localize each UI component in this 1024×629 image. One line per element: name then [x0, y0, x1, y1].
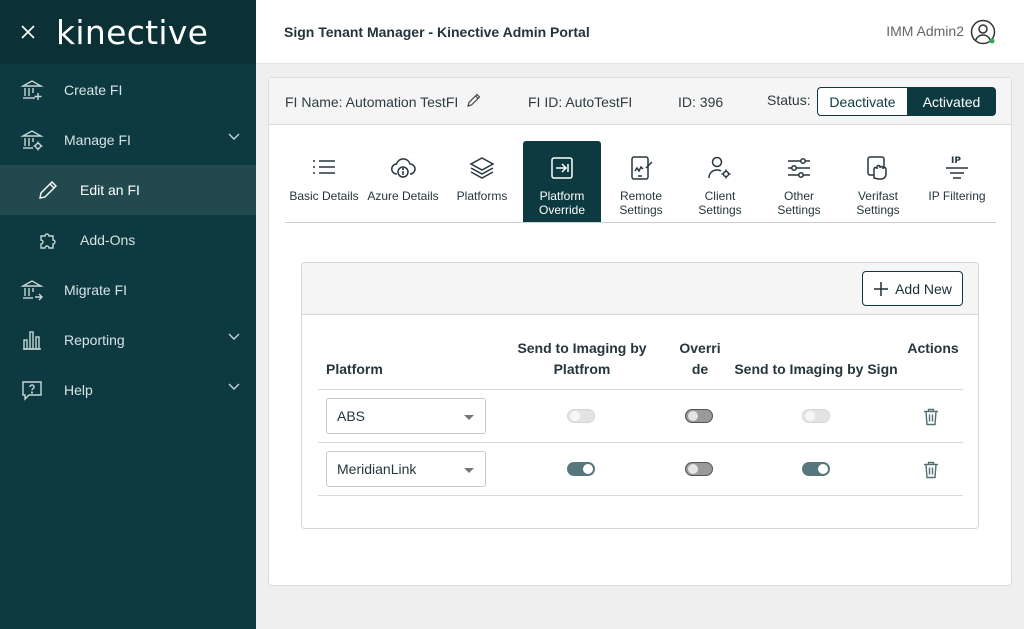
user-name[interactable]: IMM Admin2: [886, 23, 964, 39]
send-by-sign-toggle[interactable]: [802, 462, 830, 476]
tab-basic-details[interactable]: Basic Details: [285, 141, 363, 222]
fi-info-bar: FI Name: Automation TestFI FI ID: AutoTe…: [269, 78, 1011, 125]
col-header-override: Override: [679, 340, 721, 377]
sidebar-item-edit-fi[interactable]: Edit an FI: [0, 165, 256, 215]
tab-platforms[interactable]: Platforms: [443, 141, 521, 222]
brand-bar: kinective: [0, 0, 256, 64]
fi-card: FI Name: Automation TestFI FI ID: AutoTe…: [268, 77, 1012, 586]
sidebar-item-label: Manage FI: [64, 132, 131, 148]
sidebar: kinective Create FI Manage FI Edit an FI…: [0, 0, 256, 629]
divider: [318, 389, 963, 390]
send-by-sign-toggle: [802, 409, 830, 423]
col-header-platform: Platform: [326, 361, 383, 377]
tab-verifast-settings[interactable]: Verifast Settings: [839, 141, 917, 222]
tab-label: Client Settings: [698, 189, 742, 217]
top-header: Sign Tenant Manager - Kinective Admin Po…: [256, 0, 1024, 64]
deactivate-button[interactable]: Deactivate: [817, 87, 907, 116]
sidebar-item-migrate-fi[interactable]: Migrate FI: [0, 265, 256, 315]
sidebar-item-label: Migrate FI: [64, 282, 128, 298]
tab-label: Verifast Settings: [856, 189, 900, 217]
col-header-actions: Actions: [907, 340, 959, 356]
divider: [318, 495, 963, 496]
help-bubble-icon: [0, 378, 64, 402]
sidebar-item-label: Reporting: [64, 332, 125, 348]
tab-label: Basic Details: [289, 189, 359, 203]
tab-label: Other Settings: [777, 189, 821, 217]
override-panel: Add New Platform Send to Imaging by Plat…: [301, 262, 979, 529]
plus-icon: [874, 281, 889, 296]
platform-value: ABS: [337, 408, 366, 424]
tab-label: Remote Settings: [619, 189, 663, 217]
fi-id: FI ID: AutoTestFI: [528, 94, 633, 110]
sidebar-item-add-ons[interactable]: Add-Ons: [0, 215, 256, 265]
hand-touch-icon: [864, 141, 892, 189]
svg-text:IP: IP: [951, 156, 961, 166]
override-toggle[interactable]: [685, 409, 713, 423]
close-icon[interactable]: [0, 24, 56, 40]
cloud-info-icon: [389, 141, 417, 189]
tab-label: Platform Override: [538, 189, 585, 217]
list-icon: [310, 141, 338, 189]
page-title: Sign Tenant Manager - Kinective Admin Po…: [284, 24, 590, 40]
status-toggle: Deactivate Activated: [817, 87, 996, 116]
user-gear-icon: [706, 141, 734, 189]
tab-label: Azure Details: [367, 189, 439, 203]
sidebar-item-label: Create FI: [64, 82, 123, 98]
override-arrow-icon: [548, 141, 576, 189]
sidebar-item-label: Add-Ons: [80, 232, 136, 248]
col-header-send-by-platform: Send to Imaging by Platfrom: [517, 340, 647, 377]
sidebar-item-label: Edit an FI: [80, 182, 140, 198]
bank-arrow-icon: [0, 278, 64, 302]
bank-gear-icon: [0, 128, 64, 152]
platform-value: MeridianLink: [337, 461, 417, 477]
sidebar-item-help[interactable]: Help: [0, 365, 256, 415]
settings-tabs: Basic Details Azure Details Platforms Pl…: [285, 141, 996, 223]
tab-label: Platforms: [456, 189, 508, 203]
tab-other-settings[interactable]: Other Settings: [760, 141, 838, 222]
tab-client-settings[interactable]: Client Settings: [681, 141, 759, 222]
fi-number-id: ID: 396: [678, 94, 724, 110]
tab-ip-filtering[interactable]: IP IP Filtering: [918, 141, 996, 222]
tab-label: IP Filtering: [928, 189, 986, 203]
trash-icon[interactable]: [923, 408, 939, 426]
sidebar-item-create-fi[interactable]: Create FI: [0, 65, 256, 115]
edit-name-icon[interactable]: [466, 92, 482, 108]
user-avatar-icon[interactable]: [970, 19, 996, 45]
tablet-sign-icon: [627, 141, 655, 189]
tab-azure-details[interactable]: Azure Details: [364, 141, 442, 222]
sidebar-item-label: Help: [64, 382, 93, 398]
puzzle-icon: [16, 228, 80, 252]
sliders-icon: [785, 141, 813, 189]
send-by-platform-toggle[interactable]: [567, 462, 595, 476]
chevron-down-icon[interactable]: [228, 133, 240, 141]
platform-select[interactable]: ABS: [326, 398, 486, 434]
panel-toolbar: Add New: [302, 263, 978, 315]
tab-remote-settings[interactable]: Remote Settings: [602, 141, 680, 222]
divider: [318, 442, 963, 443]
status-label: Status:: [767, 92, 811, 108]
activated-button[interactable]: Activated: [907, 87, 996, 116]
caret-down-icon: [464, 415, 474, 420]
override-toggle[interactable]: [685, 462, 713, 476]
ip-filter-icon: IP: [943, 141, 971, 189]
tab-platform-override[interactable]: Platform Override: [523, 141, 601, 222]
chevron-down-icon[interactable]: [228, 383, 240, 391]
send-by-platform-toggle: [567, 409, 595, 423]
kinective-logo: kinective: [56, 12, 209, 52]
bank-plus-icon: [0, 78, 64, 102]
add-new-button[interactable]: Add New: [862, 271, 963, 306]
fi-name: FI Name: Automation TestFI: [285, 94, 459, 110]
col-header-send-by-sign: Send to Imaging by Sign: [734, 361, 898, 377]
add-new-label: Add New: [895, 280, 952, 297]
layers-icon: [468, 141, 496, 189]
platform-select[interactable]: MeridianLink: [326, 451, 486, 487]
chevron-down-icon[interactable]: [228, 333, 240, 341]
pencil-icon: [16, 178, 80, 202]
sidebar-item-reporting[interactable]: Reporting: [0, 315, 256, 365]
bar-chart-icon: [0, 328, 64, 352]
sidebar-item-manage-fi[interactable]: Manage FI: [0, 115, 256, 165]
caret-down-icon: [464, 468, 474, 473]
trash-icon[interactable]: [923, 461, 939, 479]
